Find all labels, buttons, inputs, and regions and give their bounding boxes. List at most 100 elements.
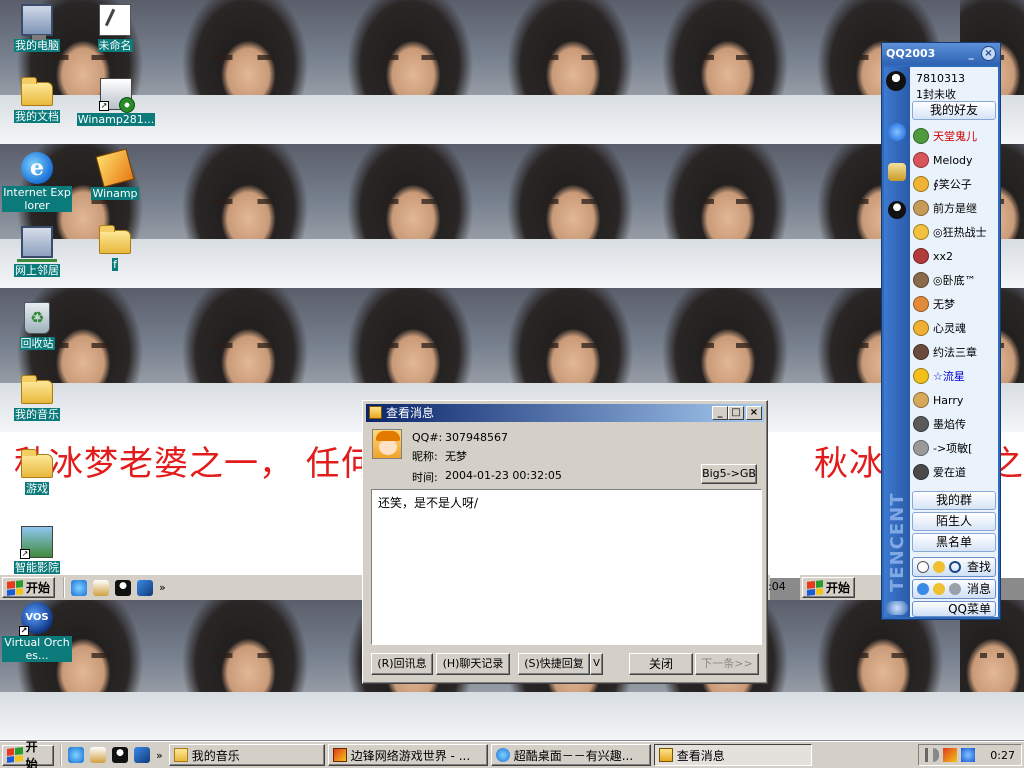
- qq-friend-item[interactable]: Harry: [910, 389, 998, 411]
- quick-reply-button[interactable]: (S)快捷回复: [518, 653, 590, 675]
- message-window-icon: [369, 406, 382, 419]
- ie-icon[interactable]: [68, 747, 84, 763]
- close-message-button[interactable]: 关闭: [629, 653, 693, 675]
- quick-reply-dropdown-button[interactable]: V: [590, 653, 603, 675]
- desktop-icon-my-documents[interactable]: 我的文档: [2, 77, 72, 123]
- minimize-button[interactable]: _: [712, 406, 728, 420]
- desktop-icon-network[interactable]: 网上邻居: [2, 226, 72, 277]
- friend-avatar-icon: [913, 392, 929, 408]
- taskbar-item-label: 超酷桌面－－有兴趣...: [513, 748, 634, 763]
- desktop-icon-virtual-orchestra[interactable]: VOS ↗ Virtual Orches...: [2, 602, 72, 662]
- start-button[interactable]: 开始: [2, 740, 54, 768]
- messenger-icon[interactable]: [134, 747, 150, 763]
- smiley-icon: [933, 583, 945, 595]
- qq-search-button[interactable]: 查找: [912, 557, 996, 577]
- qq-friend-item[interactable]: 天堂鬼儿: [910, 125, 998, 147]
- desktop-icon-smart-cinema[interactable]: ↗ 智能影院: [2, 526, 72, 574]
- desktop-icon-label: f: [112, 258, 118, 271]
- message-window-titlebar[interactable]: 查看消息 _ □ ×: [366, 404, 764, 422]
- qq-group-my-friends[interactable]: 我的好友: [912, 101, 996, 120]
- qq-sidebar-penguin-icon[interactable]: [888, 201, 906, 219]
- chat-history-button[interactable]: (H)聊天记录: [436, 653, 510, 675]
- taskbar-item-game-world[interactable]: 边锋网络游戏世界 - ...: [327, 744, 488, 766]
- message-text-area[interactable]: 还笑，是不是人呀/: [371, 489, 762, 645]
- qq-panel-titlebar[interactable]: QQ2003 _ ×: [882, 43, 1000, 65]
- qq-menu-button[interactable]: QQ菜单: [912, 601, 996, 617]
- folder-icon: [21, 449, 53, 478]
- taskbar-item-label: 查看消息: [676, 748, 725, 763]
- qq-friend-item[interactable]: ◎狂热战士: [910, 221, 998, 243]
- desktop-icon-winamp[interactable]: Winamp: [80, 148, 150, 200]
- qq-friend-item[interactable]: Melody: [910, 149, 998, 171]
- message-text: 还笑，是不是人呀/: [378, 496, 479, 510]
- friend-avatar-icon: [913, 320, 929, 336]
- qq-sidebar-globe-icon[interactable]: [888, 123, 906, 141]
- desktop-icon-recycle-bin[interactable]: 回收站: [2, 302, 72, 350]
- qq-minimize-button[interactable]: _: [969, 43, 975, 65]
- taskbar-item-view-message[interactable]: 查看消息: [653, 744, 812, 766]
- recycle-bin-icon: [24, 302, 50, 334]
- ie-icon: [71, 579, 88, 596]
- desktop-icon-games[interactable]: 游戏: [2, 449, 72, 495]
- desktop-icon-label: 游戏: [25, 482, 49, 495]
- reply-button[interactable]: (R)回讯息: [371, 653, 433, 675]
- big5-to-gb-button[interactable]: Big5->GB: [701, 464, 757, 484]
- wallpaper-photo-tile: [960, 600, 1024, 740]
- virtual-orchestra-icon: VOS ↗: [19, 602, 53, 636]
- friend-avatar-icon: [913, 464, 929, 480]
- qq-unread-mail[interactable]: 1封未收: [916, 86, 956, 102]
- friend-name: ->项敏[: [933, 442, 973, 455]
- qq-sidebar-mobile-icon[interactable]: [888, 163, 906, 181]
- qq-group-blacklist[interactable]: 黑名单: [912, 533, 996, 552]
- qq-close-button[interactable]: ×: [981, 46, 996, 61]
- qq-friend-item[interactable]: ◎卧底™: [910, 269, 998, 291]
- qq-friend-item[interactable]: 心灵魂: [910, 317, 998, 339]
- messenger-icon: [137, 579, 154, 596]
- more-chevron-icon[interactable]: »: [156, 749, 163, 762]
- taskbar-item-cool-desktop[interactable]: 超酷桌面－－有兴趣...: [490, 744, 651, 766]
- next-message-button[interactable]: 下一条>>: [695, 653, 759, 675]
- wallpaper-photo-tile: [330, 144, 490, 288]
- qq-friend-item[interactable]: ☆流星: [910, 365, 998, 387]
- friend-name: ◎卧底™: [933, 274, 976, 287]
- folder-icon: [99, 225, 131, 254]
- qq-panel-title: QQ2003: [886, 47, 936, 60]
- desktop-icon-internet-explorer[interactable]: e Internet Explorer: [2, 152, 72, 212]
- taskbar-item-my-music[interactable]: 我的音乐: [168, 744, 325, 766]
- volume-icon[interactable]: [925, 748, 939, 762]
- edit-icon[interactable]: [90, 747, 106, 763]
- qq-user-avatar[interactable]: [886, 71, 906, 91]
- desktop-icon-my-music[interactable]: 我的音乐: [2, 375, 72, 421]
- friend-name: 无梦: [933, 298, 955, 311]
- wallpaper-photo-tile: [160, 144, 330, 288]
- maximize-button[interactable]: □: [728, 406, 744, 420]
- friend-name: ∮笑公子: [933, 178, 972, 191]
- qq-friend-item[interactable]: 爱在道: [910, 461, 998, 483]
- qq-group-my-groups[interactable]: 我的群: [912, 491, 996, 510]
- qq-friend-item[interactable]: ->项敏[: [910, 437, 998, 459]
- qq-message-button[interactable]: 消息: [912, 579, 996, 599]
- desktop-icon-my-computer[interactable]: 我的电脑: [2, 4, 72, 52]
- folder-icon: [21, 77, 53, 106]
- qq-friend-item[interactable]: xx2: [910, 245, 998, 267]
- quick-launch: »: [60, 744, 163, 766]
- friend-avatar-icon: [913, 368, 929, 384]
- tray-network-icon[interactable]: [961, 748, 975, 762]
- qq-status-icon[interactable]: [886, 601, 908, 615]
- desktop-icon-winamp-setup[interactable]: ↗ Winamp281...: [76, 78, 156, 126]
- close-button[interactable]: ×: [746, 406, 762, 420]
- qq-friend-item[interactable]: 无梦: [910, 293, 998, 315]
- qq-number-label: QQ#:: [412, 431, 443, 444]
- qq-group-strangers[interactable]: 陌生人: [912, 512, 996, 531]
- desktop-icon-untitled[interactable]: 未命名: [80, 4, 150, 52]
- tray-app-icon[interactable]: [943, 748, 957, 762]
- qq-friend-item[interactable]: 前方是继: [910, 197, 998, 219]
- friend-name: 天堂鬼儿: [933, 130, 977, 143]
- qq-icon[interactable]: [112, 747, 128, 763]
- qq-friend-item[interactable]: 墨焰传: [910, 413, 998, 435]
- document-icon: [99, 4, 131, 36]
- desktop-icon-folder-f[interactable]: f: [80, 225, 150, 271]
- qq-friend-item[interactable]: ∮笑公子: [910, 173, 998, 195]
- friend-name: ◎狂热战士: [933, 226, 987, 239]
- qq-friend-item[interactable]: 约法三章: [910, 341, 998, 363]
